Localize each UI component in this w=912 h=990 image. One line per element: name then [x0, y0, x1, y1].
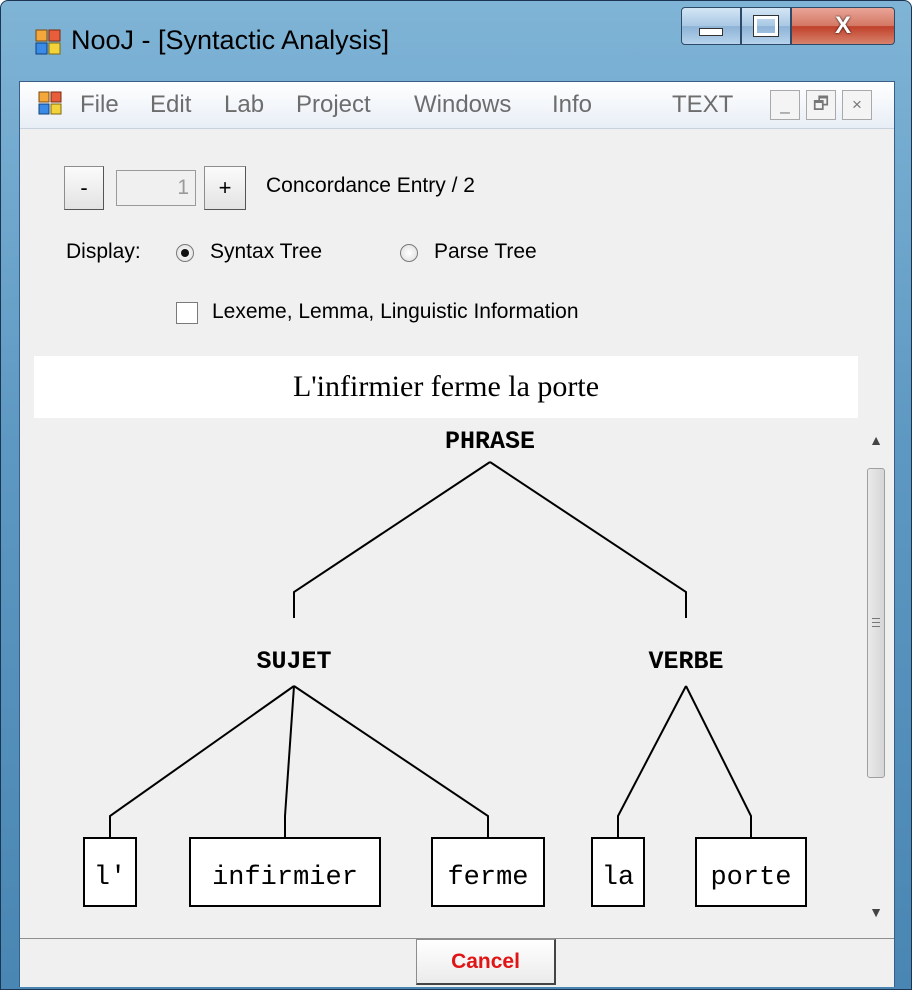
edge-sujet-l: [109, 685, 295, 838]
tree-leaf-infirmier: infirmier: [212, 863, 358, 893]
edge-phrase-verbe: [489, 461, 687, 618]
bottom-button-bar: Cancel: [20, 938, 894, 987]
window-title: NooJ - [Syntactic Analysis]: [71, 25, 390, 55]
linguistic-info-label[interactable]: Lexeme, Lemma, Linguistic Information: [212, 300, 579, 324]
menu-edit[interactable]: Edit: [150, 91, 191, 119]
tree-leaf-la: la: [602, 863, 634, 893]
scroll-up-arrow-icon[interactable]: ▲: [866, 430, 886, 450]
close-icon: X: [834, 12, 851, 39]
title-bar[interactable]: NooJ - [Syntactic Analysis] X: [1, 1, 911, 81]
minimize-icon: [682, 8, 740, 44]
sentence-header: L'infirmier ferme la porte: [34, 356, 858, 418]
scroll-down-arrow-icon[interactable]: ▼: [866, 902, 886, 922]
tree-leaf-ferme: ferme: [447, 863, 528, 893]
grip-line: [872, 622, 880, 623]
edge-verbe-la: [617, 685, 687, 838]
edge-verbe-porte: [685, 685, 752, 838]
menu-file[interactable]: File: [80, 91, 119, 119]
menu-text[interactable]: TEXT: [672, 91, 733, 119]
concordance-entry-label: Concordance Entry / 2: [266, 174, 475, 197]
close-button[interactable]: X: [791, 7, 895, 45]
menu-lab[interactable]: Lab: [224, 91, 264, 119]
maximize-button[interactable]: [741, 7, 791, 45]
scroll-thumb[interactable]: [867, 468, 885, 778]
mdi-close-button[interactable]: ×: [842, 90, 872, 120]
grip-line: [872, 626, 880, 627]
tree-leaf-porte: porte: [710, 863, 791, 893]
parse-tree-label[interactable]: Parse Tree: [434, 240, 537, 264]
tree-node-verbe: VERBE: [648, 647, 723, 676]
entry-number-field[interactable]: 1: [116, 170, 196, 206]
vertical-scrollbar[interactable]: ▲ ▼: [858, 418, 894, 938]
minimize-button[interactable]: [681, 7, 741, 45]
mdi-document-icon[interactable]: [38, 91, 62, 115]
display-label: Display:: [66, 240, 141, 263]
syntax-tree-diagram: PHRASE SUJET VERBE l' infirmier ferme la…: [83, 427, 807, 907]
menu-info[interactable]: Info: [552, 91, 592, 119]
tree-leaf-l: l': [94, 863, 126, 893]
tree-node-sujet: SUJET: [256, 647, 331, 676]
menu-windows[interactable]: Windows: [414, 91, 511, 119]
grip-line: [872, 618, 880, 619]
maximize-icon: [742, 8, 790, 44]
nooj-app-icon: [35, 29, 61, 55]
edge-sujet-infirmier: [284, 685, 295, 838]
decrement-button[interactable]: -: [64, 166, 104, 210]
leaf-boxes: [83, 837, 807, 907]
mdi-minimize-button[interactable]: _: [770, 90, 800, 120]
mdi-restore-button[interactable]: 🗗: [806, 90, 836, 120]
cancel-button[interactable]: Cancel: [416, 939, 556, 985]
radio-selected-dot: [181, 249, 189, 257]
edge-sujet-ferme: [293, 685, 489, 838]
menu-project[interactable]: Project: [296, 91, 371, 119]
menu-bar: File Edit Lab Project Windows Info TEXT …: [20, 82, 894, 129]
parse-tree-radio[interactable]: [400, 244, 418, 262]
app-window: NooJ - [Syntactic Analysis] X File Edit …: [0, 0, 912, 990]
syntax-tree-label[interactable]: Syntax Tree: [210, 240, 322, 264]
client-area: File Edit Lab Project Windows Info TEXT …: [19, 81, 895, 987]
syntax-tree-panel: PHRASE SUJET VERBE l' infirmier ferme la…: [34, 418, 858, 938]
edge-phrase-sujet: [293, 461, 491, 618]
linguistic-info-checkbox[interactable]: [176, 302, 198, 324]
tree-node-phrase: PHRASE: [445, 427, 535, 456]
syntax-tree-radio[interactable]: [176, 244, 194, 262]
increment-button[interactable]: +: [204, 166, 246, 210]
